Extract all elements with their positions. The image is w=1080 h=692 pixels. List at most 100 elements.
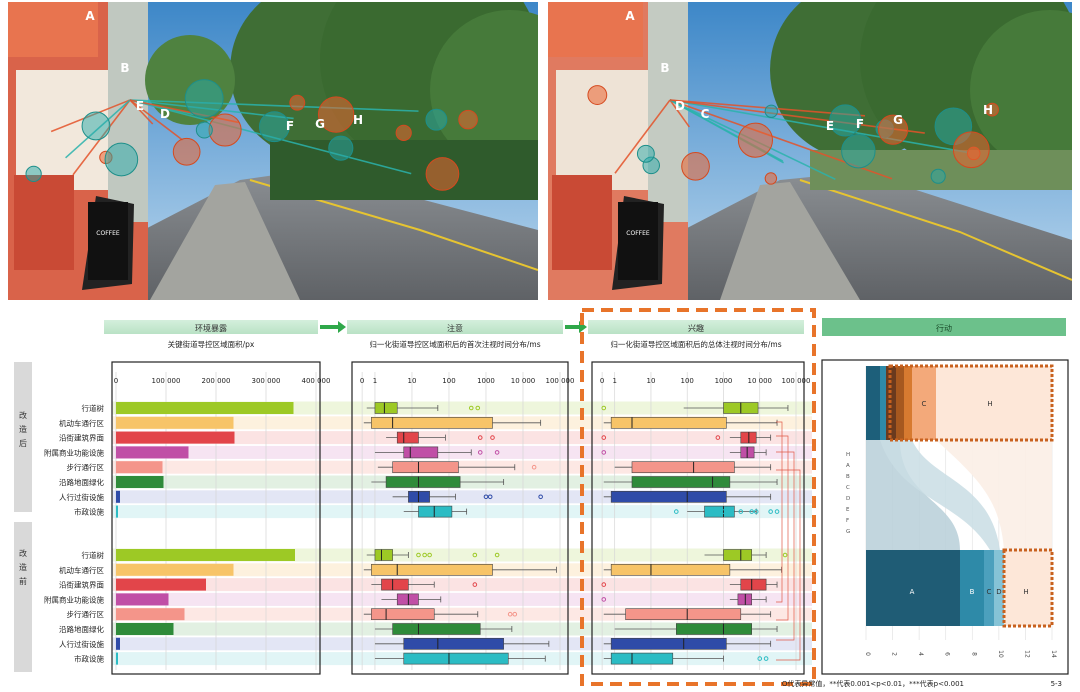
category-label: 沿路地面绿化 <box>59 477 104 487</box>
fixation-circle <box>104 142 139 177</box>
group-band-before <box>14 522 32 672</box>
stage-label-interest: 兴趣 <box>688 323 704 333</box>
area-bar <box>116 446 189 459</box>
box-iqr <box>381 578 409 591</box>
stack-label: C <box>987 588 992 596</box>
category-label: 沿街建筑界面 <box>59 580 104 590</box>
before-street-rendering: COFFEE A B C D E F G H <box>548 2 1072 300</box>
box-iqr <box>371 563 493 576</box>
box-iqr <box>396 431 419 444</box>
stack-segment <box>880 366 886 440</box>
box-iqr <box>704 505 735 518</box>
category-label: 附属商业功能设施 <box>44 594 104 604</box>
box-iqr <box>408 490 430 503</box>
group-band-after <box>14 362 32 512</box>
x-tick-label: 1 <box>612 377 616 385</box>
fixation-circle <box>172 137 201 166</box>
box-iqr <box>396 593 419 606</box>
x-tick-label: 100 000 <box>546 377 575 385</box>
x-tick-label: 14 <box>1050 650 1057 658</box>
after-street-rendering: COFFEE A B D E F G H <box>8 2 538 300</box>
fixation-circle <box>636 144 655 163</box>
category-label: 市政设施 <box>74 654 104 664</box>
x-tick-label: 1000 <box>477 377 495 385</box>
stack-segment <box>904 366 912 440</box>
marker-a: A <box>85 9 95 23</box>
box-iqr <box>610 637 727 650</box>
box-iqr <box>371 608 435 621</box>
marker-c: C <box>701 107 710 121</box>
category-labels: 行道树机动车通行区沿街建筑界面附属商业功能设施步行通行区沿路地面绿化人行过街设施… <box>44 403 104 664</box>
stack-label: C <box>922 400 927 408</box>
box-iqr <box>625 608 742 621</box>
figure-canvas: COFFEE ABDEF G H COFFEE ABCDE F GH 环境暴露 注意 兴… <box>8 2 1072 688</box>
x-tick-label: 300 000 <box>252 377 281 385</box>
box-iqr <box>371 416 493 429</box>
box-iqr <box>610 490 727 503</box>
marker-h: H <box>353 113 363 127</box>
area-bar <box>116 461 163 474</box>
area-bar <box>116 593 169 606</box>
area-bar <box>116 608 185 621</box>
x-tick-label: 100 <box>442 377 455 385</box>
action-sankey-chart: 0 2 4 6 8 10 12 14C HA B C D HHABCDEFG <box>846 364 1057 658</box>
stage-label-exposure: 环境暴露 <box>195 323 227 333</box>
x-tick-label: 8 <box>970 652 977 656</box>
box-iqr <box>723 549 752 561</box>
box-iqr <box>675 623 752 635</box>
after-sign-text: COFFEE <box>96 230 120 237</box>
stack-segment <box>866 366 880 440</box>
first-fixation-panel-title: 归一化街道导控区域面积后的首次注视时间分布/ms <box>369 339 540 349</box>
category-label: 机动车通行区 <box>59 418 104 428</box>
x-tick-label: 1 <box>373 377 377 385</box>
marker-a: A <box>625 9 635 23</box>
legend-label: H <box>846 452 850 458</box>
box-iqr <box>610 563 731 576</box>
marker-f: F <box>286 119 294 133</box>
box-iqr <box>740 578 767 591</box>
category-label: 步行通行区 <box>67 609 105 619</box>
marker-f: F <box>856 117 864 131</box>
area-bar <box>116 416 234 429</box>
box-iqr <box>403 652 509 665</box>
fixation-circle <box>425 108 448 131</box>
fixation-circle <box>208 113 242 147</box>
box-iqr <box>374 549 393 561</box>
fixation-circle <box>195 121 213 139</box>
box-iqr <box>385 476 461 488</box>
legend-label: G <box>846 529 850 535</box>
category-label: 人行过街设施 <box>59 639 104 649</box>
x-tick-label: 12 <box>1023 650 1030 658</box>
x-tick-label: 100 <box>681 377 694 385</box>
marker-d: D <box>160 107 170 121</box>
row-band <box>112 592 812 606</box>
before-sign-text: COFFEE <box>626 230 650 237</box>
x-tick-label: 10 <box>646 377 655 385</box>
marker-e: E <box>136 99 144 113</box>
area-bar <box>116 505 118 518</box>
area-bar <box>116 476 164 488</box>
fixation-circle <box>25 165 42 183</box>
group-label-before: 改造前 <box>19 548 27 586</box>
stack-segment <box>896 366 904 440</box>
area-bar <box>116 549 295 561</box>
fixation-circle <box>764 104 778 118</box>
area-bar <box>116 490 120 503</box>
stack-label: H <box>987 400 992 408</box>
category-label: 机动车通行区 <box>59 565 104 575</box>
x-tick-label: 1000 <box>715 377 733 385</box>
marker-h: H <box>983 103 993 117</box>
fixation-circle <box>395 124 412 141</box>
box-iqr <box>403 637 504 650</box>
fixation-circle <box>737 122 773 158</box>
category-label: 附属商业功能设施 <box>44 447 104 457</box>
x-tick-label: 10 <box>408 377 417 385</box>
x-tick-label: 10 000 <box>511 377 536 385</box>
group-label-after: 改造后 <box>19 410 27 448</box>
category-label: 行道树 <box>82 550 105 560</box>
legend-label: A <box>846 463 850 469</box>
area-bar <box>116 652 118 665</box>
x-tick-label: 0 <box>114 377 118 385</box>
area-bar <box>116 402 294 414</box>
stage-header-row: 环境暴露 注意 兴趣 行动 <box>104 318 1066 336</box>
